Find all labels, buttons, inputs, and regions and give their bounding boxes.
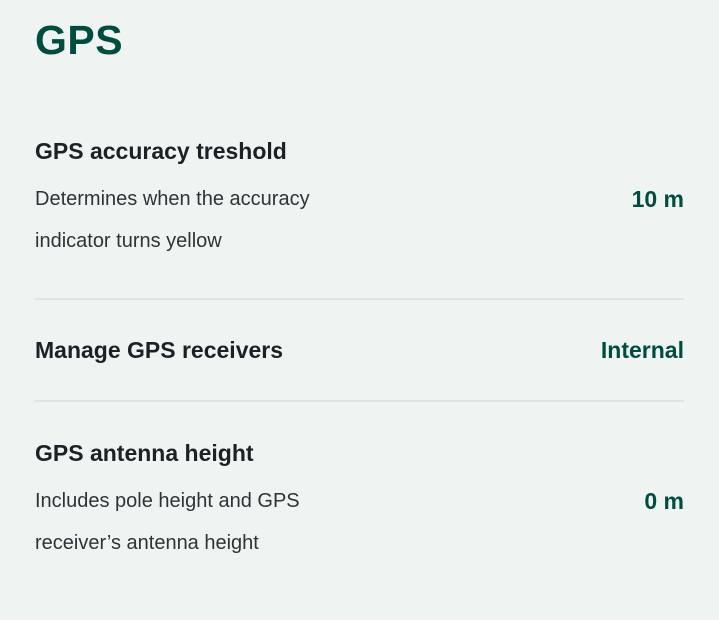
- gps-accuracy-threshold-setting[interactable]: GPS accuracy treshold Determines when th…: [35, 100, 684, 298]
- setting-value: 10 m: [631, 185, 684, 212]
- setting-value: 0 m: [644, 487, 684, 514]
- setting-description: Includes pole height and GPS receiver’s …: [35, 490, 300, 554]
- section-title: GPS: [35, 17, 124, 63]
- setting-title: Manage GPS receivers: [35, 337, 284, 363]
- setting-text: GPS accuracy treshold Determines when th…: [35, 136, 375, 262]
- setting-text: GPS antenna height Includes pole height …: [35, 438, 375, 564]
- setting-title: GPS antenna height: [35, 440, 254, 466]
- setting-title: GPS accuracy treshold: [35, 138, 287, 164]
- manage-gps-receivers-setting[interactable]: Manage GPS receivers Internal: [35, 300, 684, 400]
- gps-antenna-height-setting[interactable]: GPS antenna height Includes pole height …: [35, 402, 684, 600]
- gps-settings-page: GPS GPS accuracy treshold Determines whe…: [0, 0, 719, 620]
- setting-description: Determines when the accuracy indicator t…: [35, 188, 310, 252]
- setting-value: Internal: [600, 336, 684, 363]
- setting-text: Manage GPS receivers: [35, 335, 283, 365]
